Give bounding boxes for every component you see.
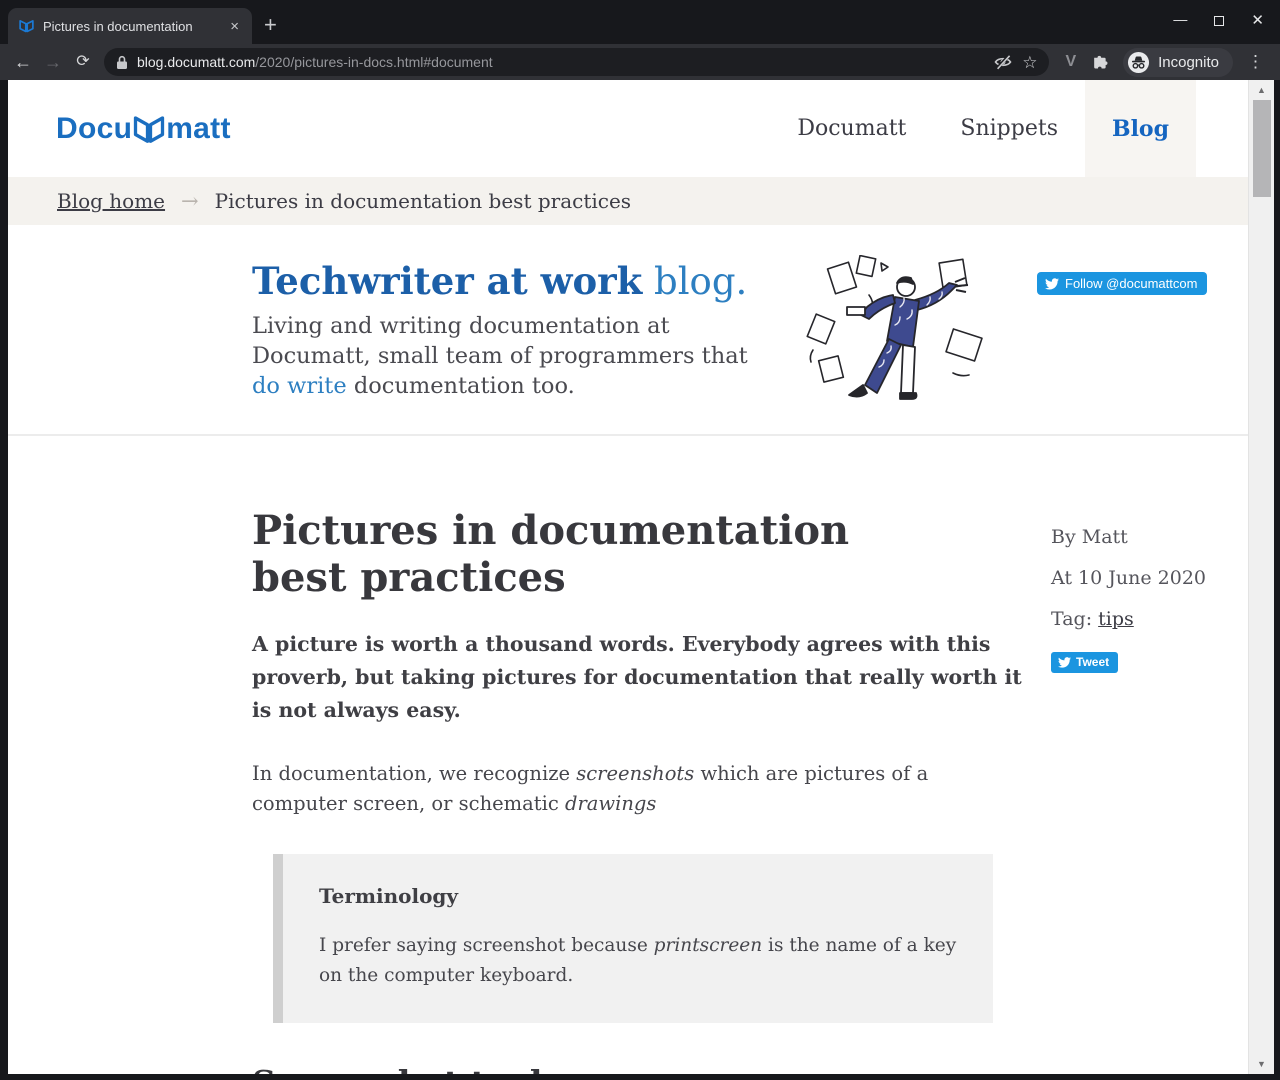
section-heading-screenshot-tools: Screenshot tools (252, 1063, 1248, 1074)
address-bar[interactable]: blog.documatt.com/2020/pictures-in-docs.… (104, 48, 1049, 76)
logo-text-suffix: matt (166, 112, 231, 146)
breadcrumb: Blog home → Pictures in documentation be… (8, 177, 1248, 225)
new-tab-button[interactable]: + (264, 14, 277, 36)
blog-subtitle: Living and writing documentation at Docu… (252, 312, 777, 402)
article-meta: By Matt At 10 June 2020 Tag: tips Tweet (1051, 526, 1206, 673)
nav-item-documatt[interactable]: Documatt (770, 80, 933, 177)
tab-close-icon[interactable]: × (227, 17, 242, 36)
reload-button[interactable]: ⟳ (68, 54, 98, 70)
window-controls: — ✕ (1173, 13, 1264, 28)
site-header: Docu matt Documatt Snippets Blog (8, 80, 1248, 177)
web-page: Docu matt Documatt Snippets Blog Blog ho… (8, 80, 1248, 1074)
browser-window: Pictures in documentation × + — ✕ ← → ⟳ … (0, 0, 1280, 1080)
breadcrumb-current: Pictures in documentation best practices (215, 189, 631, 213)
nav-item-snippets[interactable]: Snippets (933, 80, 1085, 177)
incognito-badge[interactable]: Incognito (1123, 48, 1233, 77)
scroll-up-icon[interactable]: ▲ (1257, 80, 1266, 97)
url-path: /2020/pictures-in-docs.html#document (255, 54, 492, 70)
tweet-button[interactable]: Tweet (1051, 652, 1118, 673)
book-favicon-icon (18, 19, 35, 34)
maximize-button[interactable] (1214, 16, 1224, 26)
window-close-button[interactable]: ✕ (1251, 13, 1264, 28)
hero-text: Techwriter at work blog. Living and writ… (252, 261, 777, 401)
lock-icon (116, 55, 128, 70)
meta-date: At 10 June 2020 (1051, 567, 1206, 589)
admonition-text: I prefer saying screenshot because (319, 935, 654, 956)
breadcrumb-home-link[interactable]: Blog home (57, 189, 165, 213)
do-write-link[interactable]: do write (252, 373, 347, 399)
admonition-em-printscreen: printscreen (654, 935, 762, 956)
logo-text-prefix: Docu (56, 112, 132, 146)
intro-em-drawings: drawings (565, 792, 656, 815)
url-text: blog.documatt.com/2020/pictures-in-docs.… (137, 54, 493, 70)
intro-em-screenshots: screenshots (576, 762, 694, 785)
article-intro-paragraph: In documentation, we recognize screensho… (252, 759, 987, 818)
browser-toolbar: ← → ⟳ blog.documatt.com/2020/pictures-in… (0, 44, 1280, 80)
nav-item-blog[interactable]: Blog (1085, 80, 1196, 177)
tab-title: Pictures in documentation (43, 19, 219, 34)
scrollbar-thumb[interactable] (1253, 100, 1271, 197)
blog-title: Techwriter at work blog. (252, 261, 777, 303)
blog-title-strong: Techwriter at work (252, 259, 642, 303)
intro-text: In documentation, we recognize (252, 762, 576, 785)
documatt-logo[interactable]: Docu matt (56, 112, 231, 146)
hero-illustration (803, 255, 1008, 410)
admonition-terminology: Terminology I prefer saying screenshot b… (273, 854, 993, 1022)
bookmark-star-icon[interactable]: ☆ (1022, 54, 1037, 71)
blog-title-light: blog. (642, 260, 747, 303)
meta-author: By Matt (1051, 526, 1206, 548)
blog-hero: Techwriter at work blog. Living and writ… (8, 225, 1248, 436)
back-button[interactable]: ← (8, 53, 38, 71)
tag-label: Tag: (1051, 608, 1098, 630)
extension-v-icon[interactable]: V (1057, 53, 1084, 71)
tweet-button-label: Tweet (1076, 655, 1109, 669)
tag-tips-link[interactable]: tips (1098, 608, 1134, 630)
article-lead: A picture is worth a thousand words. Eve… (252, 628, 1027, 728)
browser-tab[interactable]: Pictures in documentation × (8, 8, 252, 44)
meta-tag: Tag: tips (1051, 608, 1206, 630)
forward-button[interactable]: → (38, 53, 68, 71)
content-frame: Docu matt Documatt Snippets Blog Blog ho… (0, 80, 1280, 1080)
incognito-icon (1127, 51, 1150, 74)
article: Pictures in documentation best practices… (8, 436, 1248, 1074)
scroll-down-icon[interactable]: ▼ (1257, 1057, 1266, 1074)
incognito-label: Incognito (1158, 54, 1219, 71)
subtitle-text-end: documentation too. (347, 373, 575, 399)
eye-off-icon[interactable] (993, 52, 1013, 72)
site-nav: Documatt Snippets Blog (770, 80, 1196, 177)
minimize-button[interactable]: — (1173, 12, 1187, 26)
book-logo-icon (131, 115, 167, 145)
admonition-title: Terminology (319, 884, 957, 908)
admonition-body: I prefer saying screenshot because print… (319, 931, 964, 990)
twitter-bird-icon (1058, 657, 1071, 668)
twitter-bird-icon (1045, 278, 1059, 290)
extensions-puzzle-icon[interactable] (1084, 53, 1117, 72)
tab-bar: Pictures in documentation × + — ✕ (0, 0, 1280, 44)
twitter-follow-button[interactable]: Follow @documattcom (1037, 272, 1207, 295)
browser-menu-icon[interactable]: ⋮ (1239, 52, 1272, 72)
breadcrumb-arrow-icon: → (181, 189, 199, 213)
follow-button-label: Follow @documattcom (1065, 276, 1197, 291)
subtitle-text: Living and writing documentation at Docu… (252, 313, 748, 369)
article-title: Pictures in documentation best practices (252, 508, 912, 602)
page-scrollbar[interactable]: ▲ ▼ (1248, 80, 1274, 1074)
url-host: blog.documatt.com (137, 54, 255, 70)
